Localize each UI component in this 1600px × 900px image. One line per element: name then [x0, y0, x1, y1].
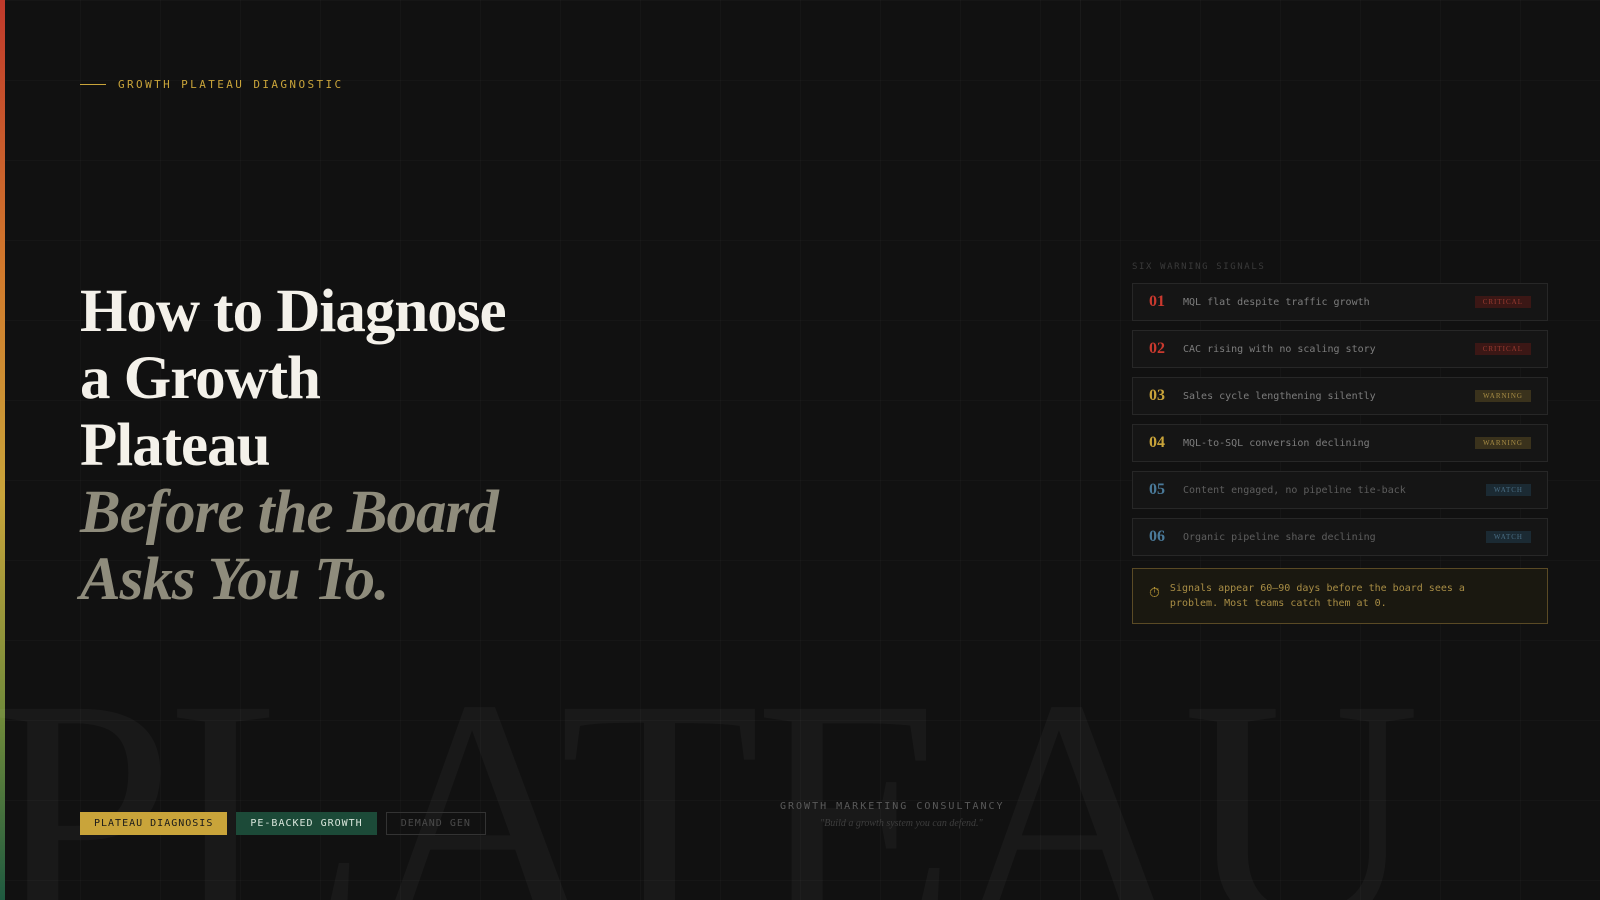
notice-line-2: problem. Most teams catch them at 0. [1169, 598, 1387, 609]
eyebrow: GROWTH PLATEAU DIAGNOSTIC [80, 78, 344, 91]
headline-line-1: How to Diagnose [80, 278, 507, 345]
signal-number: 04 [1149, 434, 1165, 451]
footer: GROWTH MARKETING CONSULTANCY "Build a gr… [780, 801, 1200, 829]
signal-number: 03 [1149, 387, 1165, 404]
notice-line-1: Signals appear 60–90 days before the boa… [1169, 583, 1465, 594]
signal-text: Sales cycle lengthening silently [1183, 390, 1376, 402]
signal-text: MQL flat despite traffic growth [1183, 296, 1370, 308]
column-divider [1080, 0, 1081, 900]
notice-text: Signals appear 60–90 days before the boa… [1170, 581, 1465, 611]
signal-number: 06 [1149, 528, 1165, 545]
signal-text: Content engaged, no pipeline tie-back [1183, 484, 1406, 496]
severity-badge: CRITICAL [1474, 296, 1531, 308]
eyebrow-text: GROWTH PLATEAU DIAGNOSTIC [118, 78, 344, 91]
eyebrow-rule [80, 84, 106, 85]
signal-number: 05 [1149, 481, 1165, 498]
headline-italic-1: Before the Board [80, 479, 499, 546]
severity-badge: WATCH [1485, 484, 1531, 496]
severity-badge: WARNING [1474, 390, 1531, 402]
signal-row[interactable]: 06 Organic pipeline share declining WATC… [1132, 518, 1548, 556]
signal-row[interactable]: 01 MQL flat despite traffic growth CRITI… [1132, 283, 1548, 321]
signal-number: 02 [1149, 340, 1165, 357]
timing-notice: ⏱ Signals appear 60–90 days before the b… [1132, 568, 1548, 624]
tag-list: PLATEAU DIAGNOSIS PE-BACKED GROWTH DEMAN… [80, 812, 486, 835]
signal-text: MQL-to-SQL conversion declining [1183, 437, 1370, 449]
accent-gradient-bar [0, 0, 5, 900]
signal-row[interactable]: 04 MQL-to-SQL conversion declining WARNI… [1132, 424, 1548, 462]
tag-demand-gen[interactable]: DEMAND GEN [385, 812, 486, 835]
headline-line-3: Plateau [80, 412, 271, 479]
consultancy-tagline: "Build a growth system you can defend." [820, 818, 983, 829]
tag-pe-backed-growth[interactable]: PE-BACKED GROWTH [236, 812, 377, 835]
signal-row[interactable]: 05 Content engaged, no pipeline tie-back… [1132, 471, 1548, 509]
headline-line-2: a Growth [80, 345, 321, 412]
headline: How to Diagnose a Growth Plateau Before … [80, 278, 507, 613]
consultancy-name: GROWTH MARKETING CONSULTANCY [780, 801, 1005, 812]
severity-badge: CRITICAL [1474, 343, 1531, 355]
signal-text: CAC rising with no scaling story [1183, 343, 1376, 355]
warning-signals-panel: SIX WARNING SIGNALS 01 MQL flat despite … [1132, 262, 1548, 624]
panel-label: SIX WARNING SIGNALS [1132, 262, 1266, 272]
signal-row[interactable]: 02 CAC rising with no scaling story CRIT… [1132, 330, 1548, 368]
stopwatch-icon: ⏱ [1149, 584, 1160, 600]
severity-badge: WATCH [1485, 531, 1531, 543]
background-watermark: PLATEAU [0, 650, 1415, 900]
headline-italic-2: Asks You To. [80, 546, 389, 613]
signal-text: Organic pipeline share declining [1183, 531, 1376, 543]
signal-row[interactable]: 03 Sales cycle lengthening silently WARN… [1132, 377, 1548, 415]
severity-badge: WARNING [1474, 437, 1531, 449]
signal-number: 01 [1149, 293, 1165, 310]
tag-plateau-diagnosis[interactable]: PLATEAU DIAGNOSIS [80, 812, 228, 835]
